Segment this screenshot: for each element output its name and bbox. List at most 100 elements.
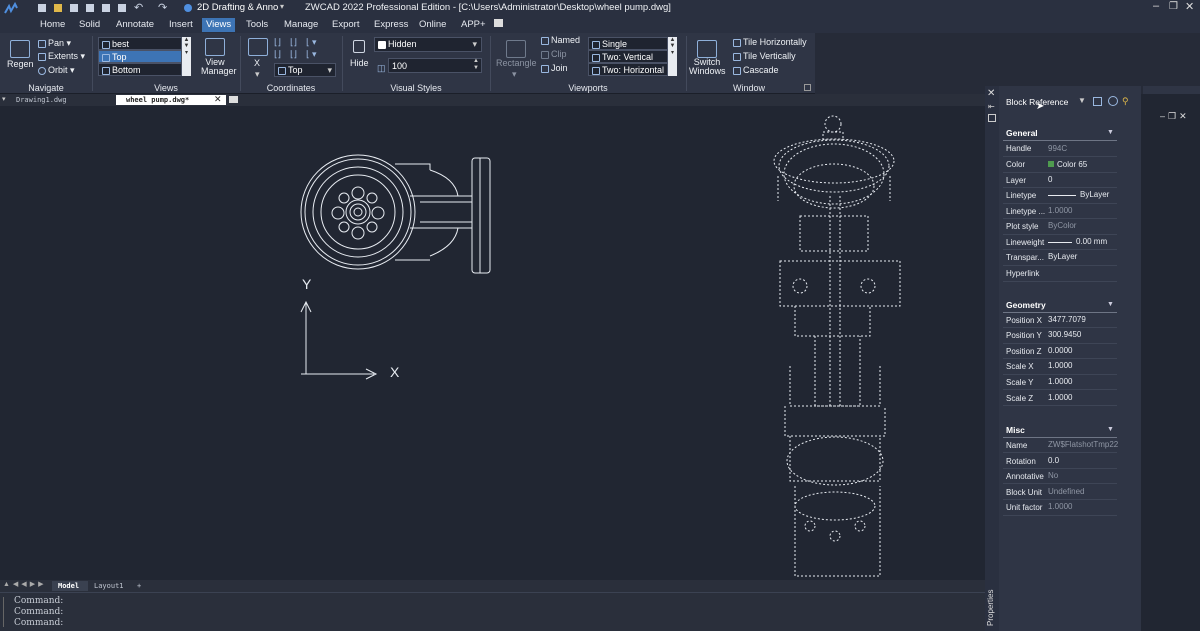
viewport-list-scrollbar[interactable]: ▲ ▼ ▾: [668, 37, 677, 76]
tab-express[interactable]: Express: [370, 18, 412, 32]
tab-app-plus[interactable]: APP+: [457, 18, 490, 32]
prop-value-layer[interactable]: 0: [1048, 175, 1052, 185]
prop-value-linetype[interactable]: ByLayer: [1080, 190, 1109, 200]
hide-button[interactable]: Hide: [350, 58, 369, 69]
pan-button[interactable]: Pan ▾: [38, 38, 71, 49]
section-misc[interactable]: Misc: [1006, 425, 1025, 435]
view-list-item-best[interactable]: best: [98, 37, 182, 50]
orbit-button[interactable]: Orbit ▾: [38, 65, 75, 76]
ucs-y-rotate-icon[interactable]: ⌊⌋: [290, 49, 297, 60]
chevron-down-icon[interactable]: ▾: [255, 69, 260, 80]
doc-tab-wheel-pump[interactable]: wheel pump.dwg*: [116, 95, 226, 105]
save-as-icon[interactable]: [86, 4, 94, 12]
regen-button[interactable]: Regen: [7, 59, 34, 70]
prop-value-lineweight[interactable]: 0.00 mm: [1076, 237, 1107, 247]
close-tab-icon[interactable]: ✕: [214, 94, 222, 105]
ucs-x-button[interactable]: X: [254, 58, 260, 69]
tab-tools[interactable]: Tools: [242, 18, 272, 32]
collapse-icon[interactable]: ▼: [1107, 301, 1114, 308]
tab-manage[interactable]: Manage: [280, 18, 322, 32]
close-icon[interactable]: ✕: [1185, 0, 1194, 13]
tab-solid[interactable]: Solid: [75, 18, 104, 32]
quick-select-icon[interactable]: ⚲: [1122, 96, 1129, 107]
command-prompt[interactable]: Command:: [14, 618, 63, 628]
auto-hide-icon[interactable]: ⇤: [988, 102, 995, 111]
opacity-spinner[interactable]: 100 ▲ ▼: [388, 58, 482, 73]
ucs-view-select[interactable]: Top ▾: [274, 63, 336, 77]
rectangle-viewport-icon[interactable]: [506, 40, 526, 58]
view-manager-button[interactable]: View Manager: [201, 58, 237, 76]
print-icon[interactable]: [102, 4, 110, 12]
workspace-selector[interactable]: 2D Drafting & Anno: [197, 2, 278, 13]
ucs-icon[interactable]: [248, 38, 268, 56]
clip-viewport-button[interactable]: Clip: [541, 49, 567, 60]
prop-value-position-y[interactable]: 300.9450: [1048, 330, 1081, 340]
join-viewports-button[interactable]: Join: [541, 63, 568, 74]
views-list-scrollbar[interactable]: ▲ ▼ ▾: [182, 37, 191, 76]
named-viewports-button[interactable]: Named: [541, 35, 580, 46]
prop-value-linetype-scale[interactable]: 1.0000: [1048, 206, 1072, 216]
collapse-icon[interactable]: ▼: [1107, 426, 1114, 433]
ucs-world-icon[interactable]: ⌊⌋: [274, 37, 281, 48]
ucs-3point-icon[interactable]: ⌊ ▾: [306, 37, 317, 48]
view-list-item-bottom[interactable]: Bottom: [98, 63, 182, 76]
layout-tab-model[interactable]: Model: [52, 581, 88, 591]
hide-icon[interactable]: [353, 40, 365, 53]
ucs-origin-icon[interactable]: ⌊⌋: [290, 37, 297, 48]
tab-views[interactable]: Views: [202, 18, 236, 32]
doc-tab-drawing1[interactable]: Drawing1.dwg: [6, 95, 110, 105]
redo-icon[interactable]: ↷: [158, 1, 167, 14]
cascade-button[interactable]: Cascade: [733, 65, 779, 76]
open-file-icon[interactable]: [54, 4, 62, 12]
prop-value-scale-x[interactable]: 1.0000: [1048, 361, 1072, 371]
command-line[interactable]: Command: Command: Command:: [0, 592, 985, 631]
tab-export[interactable]: Export: [328, 18, 363, 32]
command-grip[interactable]: [3, 597, 9, 627]
chevron-down-icon[interactable]: ▼: [1078, 96, 1086, 105]
rectangle-viewport-button[interactable]: Rectangle: [496, 58, 537, 69]
viewport-config-two-vertical[interactable]: Two: Vertical: [588, 50, 668, 63]
view-manager-icon[interactable]: [205, 38, 225, 56]
extents-button[interactable]: Extents ▾: [38, 51, 85, 62]
toggle-pickadd-icon[interactable]: [1093, 97, 1102, 106]
prop-value-scale-y[interactable]: 1.0000: [1048, 377, 1072, 387]
view-list-item-top[interactable]: Top: [98, 50, 182, 63]
tab-insert[interactable]: Insert: [165, 18, 197, 32]
close-palette-icon[interactable]: ✕: [987, 88, 995, 99]
prop-value-scale-z[interactable]: 1.0000: [1048, 393, 1072, 403]
tile-vertically-button[interactable]: Tile Vertically: [733, 51, 796, 62]
zwcad-logo-icon[interactable]: [4, 1, 18, 16]
layout-nav-arrows-icon[interactable]: ▲◀◀▶▶: [3, 580, 46, 588]
tab-annotate[interactable]: Annotate: [112, 18, 158, 32]
layout-tab-add[interactable]: +: [132, 581, 150, 591]
tab-online[interactable]: Online: [415, 18, 450, 32]
prop-value-position-z[interactable]: 0.0000: [1048, 346, 1072, 356]
minimize-icon[interactable]: –: [1153, 0, 1159, 12]
layout-tab-layout1[interactable]: Layout1: [90, 581, 130, 591]
select-objects-icon[interactable]: [1108, 96, 1118, 106]
chevron-down-icon[interactable]: ▾: [512, 69, 517, 80]
ribbon-toggle-icon[interactable]: [494, 19, 503, 27]
tab-menu-icon[interactable]: ▾: [2, 95, 6, 103]
undo-icon[interactable]: ↶: [134, 1, 143, 14]
dialog-launcher-icon[interactable]: [804, 84, 811, 91]
plot-preview-icon[interactable]: [118, 4, 126, 12]
visual-style-select[interactable]: Hidden ▾: [374, 37, 482, 52]
viewport-config-single[interactable]: Single: [588, 37, 668, 50]
section-general[interactable]: General: [1006, 128, 1038, 138]
new-tab-icon[interactable]: [229, 96, 238, 103]
new-file-icon[interactable]: [38, 4, 46, 12]
regen-icon[interactable]: [10, 40, 30, 58]
drawing-canvas[interactable]: Y X: [0, 106, 985, 580]
ucs-z-rotate-icon[interactable]: ⌊ ▾: [306, 49, 317, 60]
collapse-icon[interactable]: ▼: [1107, 129, 1114, 136]
save-icon[interactable]: [70, 4, 78, 12]
prop-value-rotation[interactable]: 0.0: [1048, 456, 1059, 466]
restore-icon[interactable]: ❐: [1169, 1, 1178, 12]
section-geometry[interactable]: Geometry: [1006, 300, 1046, 310]
prop-value-color[interactable]: Color 65: [1057, 160, 1087, 170]
tab-home[interactable]: Home: [36, 18, 69, 32]
chevron-down-icon[interactable]: ▾: [280, 2, 284, 11]
prop-value-transparency[interactable]: ByLayer: [1048, 252, 1077, 262]
ucs-x-rotate-icon[interactable]: ⌊⌋: [274, 49, 281, 60]
